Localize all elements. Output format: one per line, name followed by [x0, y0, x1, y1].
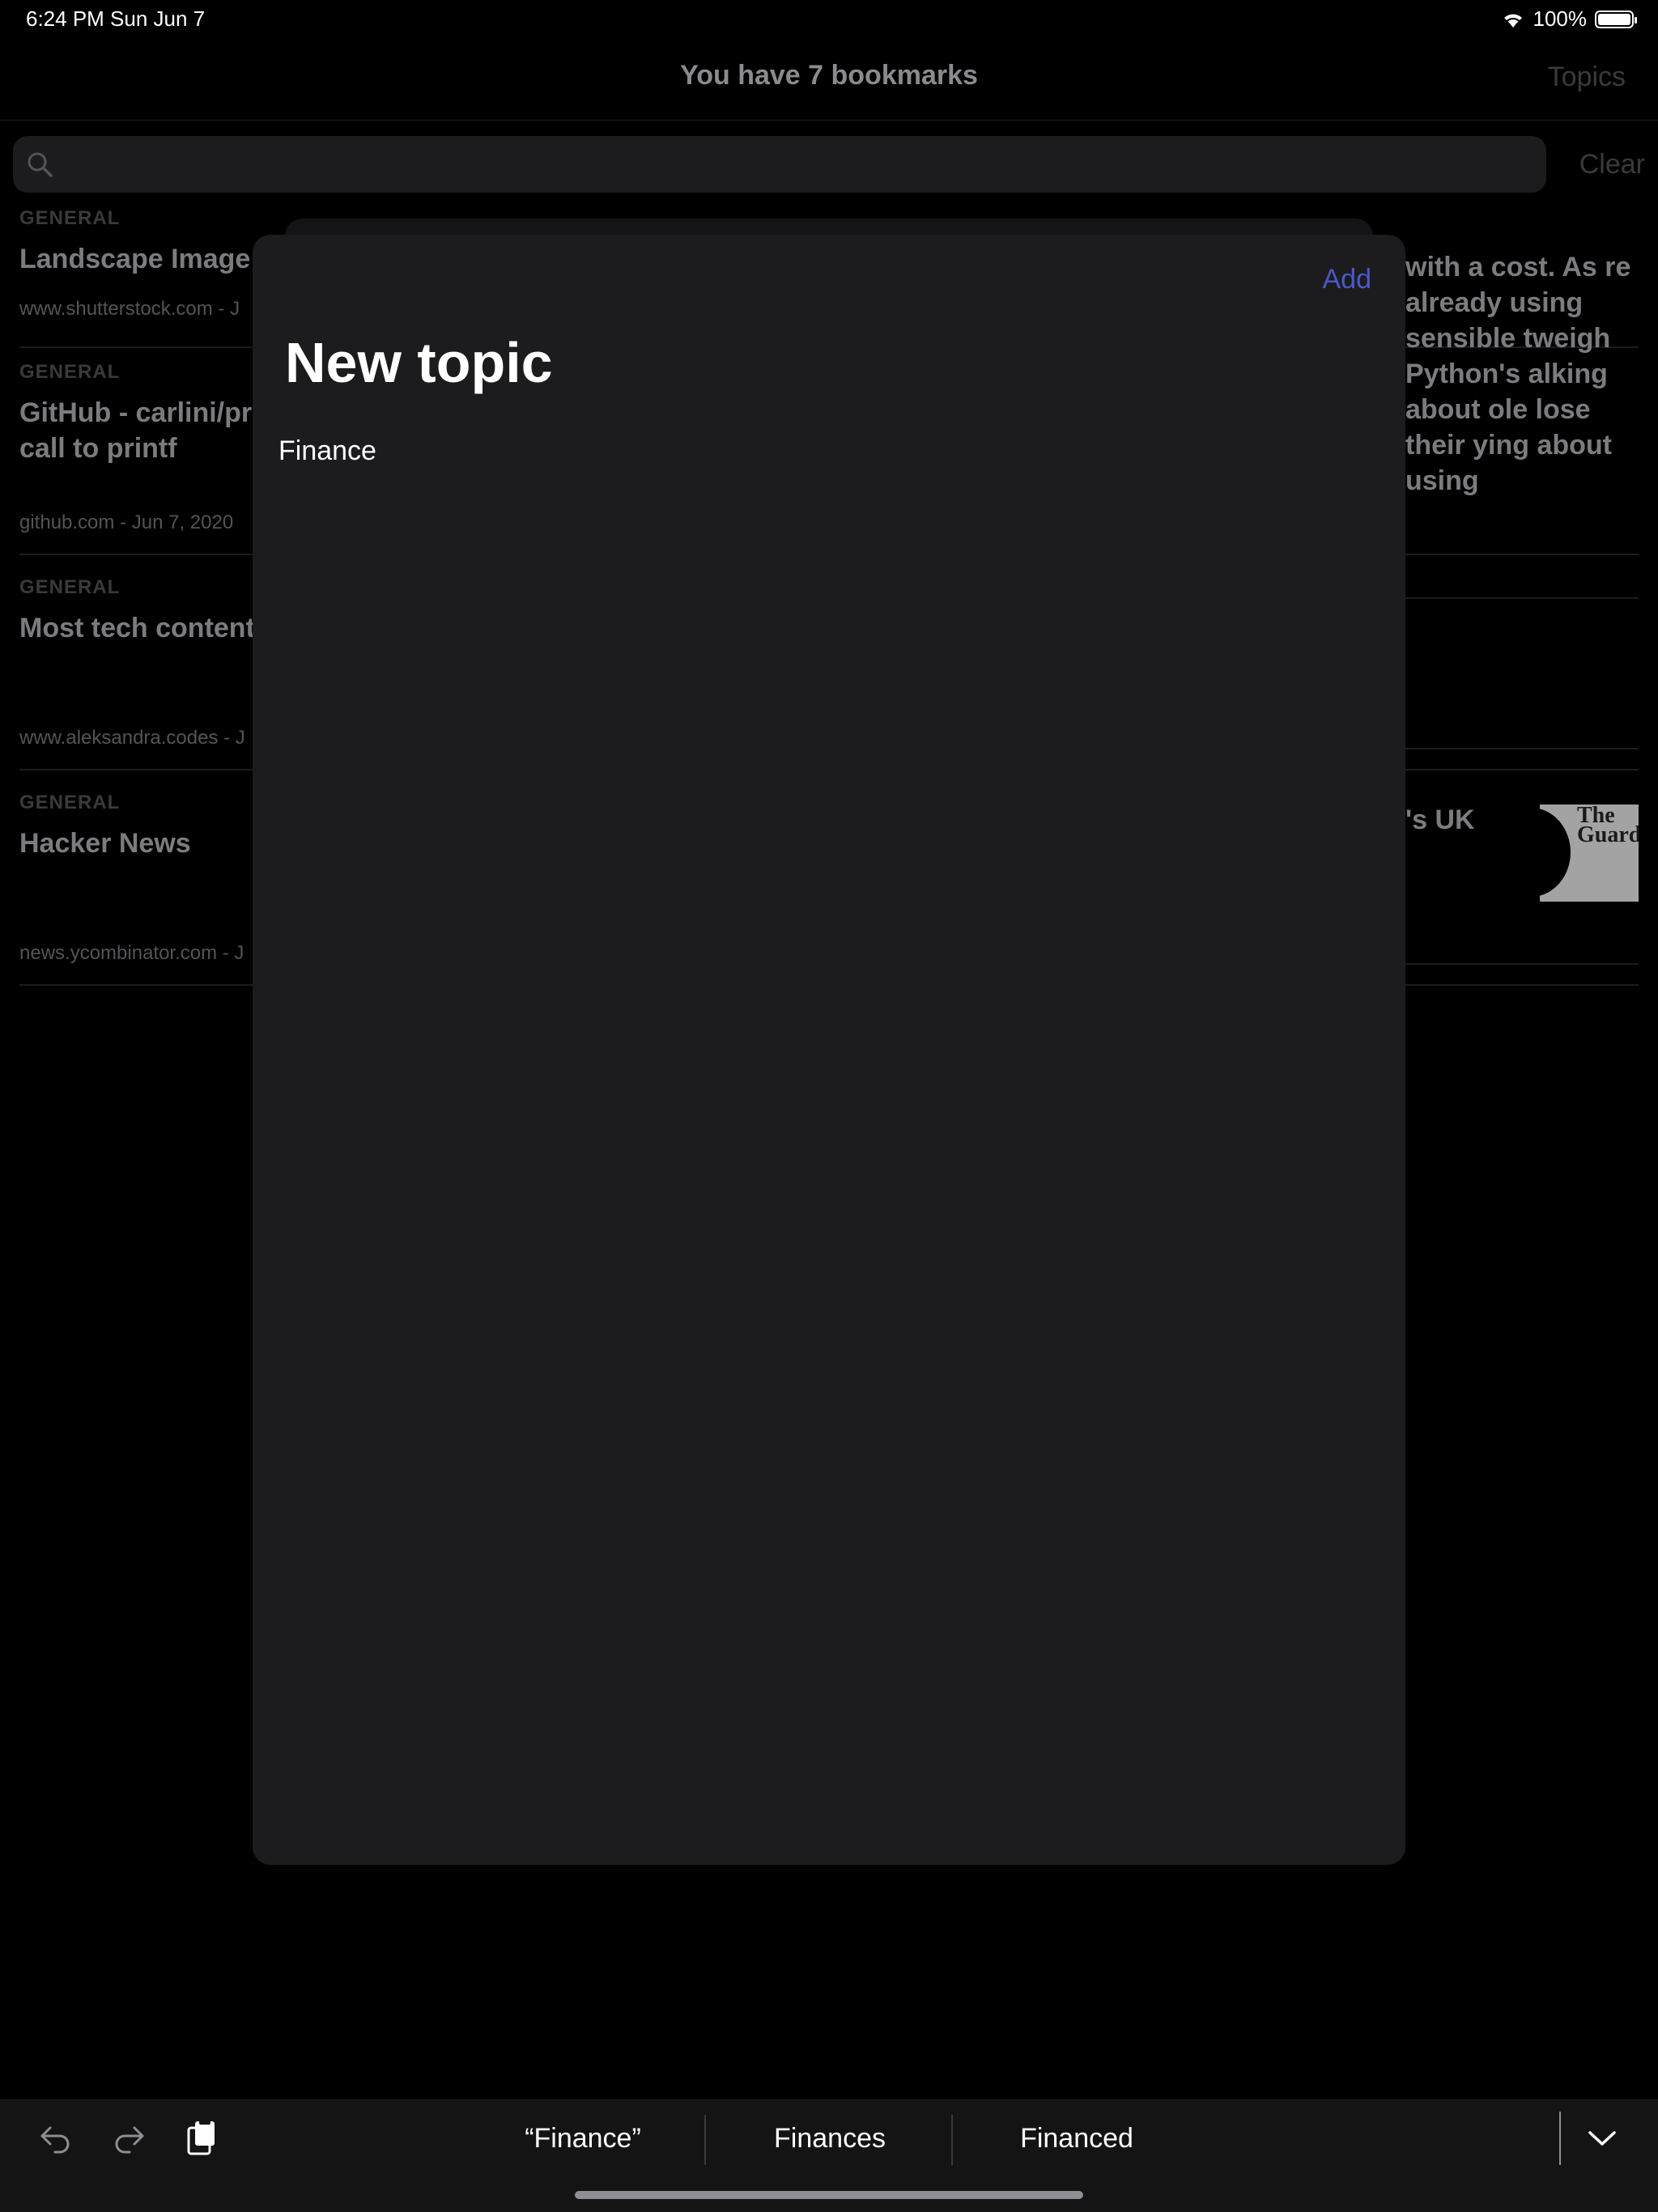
suggestion-3[interactable]: Financed	[980, 2123, 1174, 2155]
bookmark-title: Hacker News	[19, 828, 191, 859]
divider	[1405, 963, 1639, 965]
cursor-divider	[1559, 2112, 1561, 2165]
bookmark-meta: www.shutterstock.com - J	[19, 298, 240, 320]
suggestion-divider	[951, 2115, 953, 2165]
suggestion-divider	[704, 2115, 706, 2165]
redo-icon[interactable]	[108, 2118, 149, 2159]
bookmark-meta: news.ycombinator.com - J	[19, 942, 244, 964]
bookmark-excerpt: with a cost. As re already using sensibl…	[1405, 252, 1631, 496]
suggestion-1[interactable]: “Finance”	[486, 2123, 680, 2155]
search-input[interactable]	[13, 136, 1546, 193]
paste-icon[interactable]	[181, 2118, 222, 2159]
undo-icon[interactable]	[36, 2118, 76, 2159]
wifi-icon	[1503, 14, 1522, 28]
home-indicator	[575, 2191, 1083, 2199]
bookmark-meta: www.aleksandra.codes - J	[19, 727, 245, 749]
sheet-title: New topic	[285, 331, 553, 394]
clear-button[interactable]: Clear	[1579, 149, 1645, 180]
topics-button[interactable]: Topics	[1548, 62, 1626, 93]
new-topic-sheet: Add New topic	[253, 235, 1405, 1865]
bookmark-title: GitHub - carlini/pr call to printf	[19, 397, 253, 464]
bookmark-title: 's UK	[1405, 805, 1475, 835]
thumbnail-shape	[1540, 808, 1571, 897]
suggestion-2[interactable]: Finances	[733, 2123, 927, 2155]
search-icon	[28, 152, 53, 177]
bookmark-meta: github.com - Jun 7, 2020	[19, 512, 234, 533]
search-row: Clear	[13, 136, 1645, 194]
battery-icon	[1595, 10, 1637, 28]
thumbnail-logo-text: The Guard	[1577, 805, 1639, 847]
status-right: 100%	[1501, 6, 1637, 32]
page-title: You have 7 bookmarks	[680, 60, 978, 91]
bookmark-title: Landscape Image	[19, 244, 251, 274]
bookmark-title: Most tech content	[19, 613, 255, 643]
divider	[1405, 597, 1639, 599]
status-time: 6:24 PM Sun Jun 7	[26, 6, 206, 31]
topic-name-input[interactable]	[278, 435, 1363, 467]
status-bar: 6:24 PM Sun Jun 7 100%	[0, 0, 1658, 39]
dismiss-keyboard-icon[interactable]	[1582, 2118, 1622, 2159]
divider	[1405, 748, 1639, 749]
navigation-bar: You have 7 bookmarks Topics	[0, 39, 1658, 121]
keyboard-assistant-bar: “Finance” Finances Financed	[0, 2099, 1658, 2212]
battery-percent: 100%	[1533, 6, 1588, 31]
bookmark-thumbnail: The Guard	[1540, 805, 1639, 902]
add-button[interactable]: Add	[1323, 264, 1372, 295]
